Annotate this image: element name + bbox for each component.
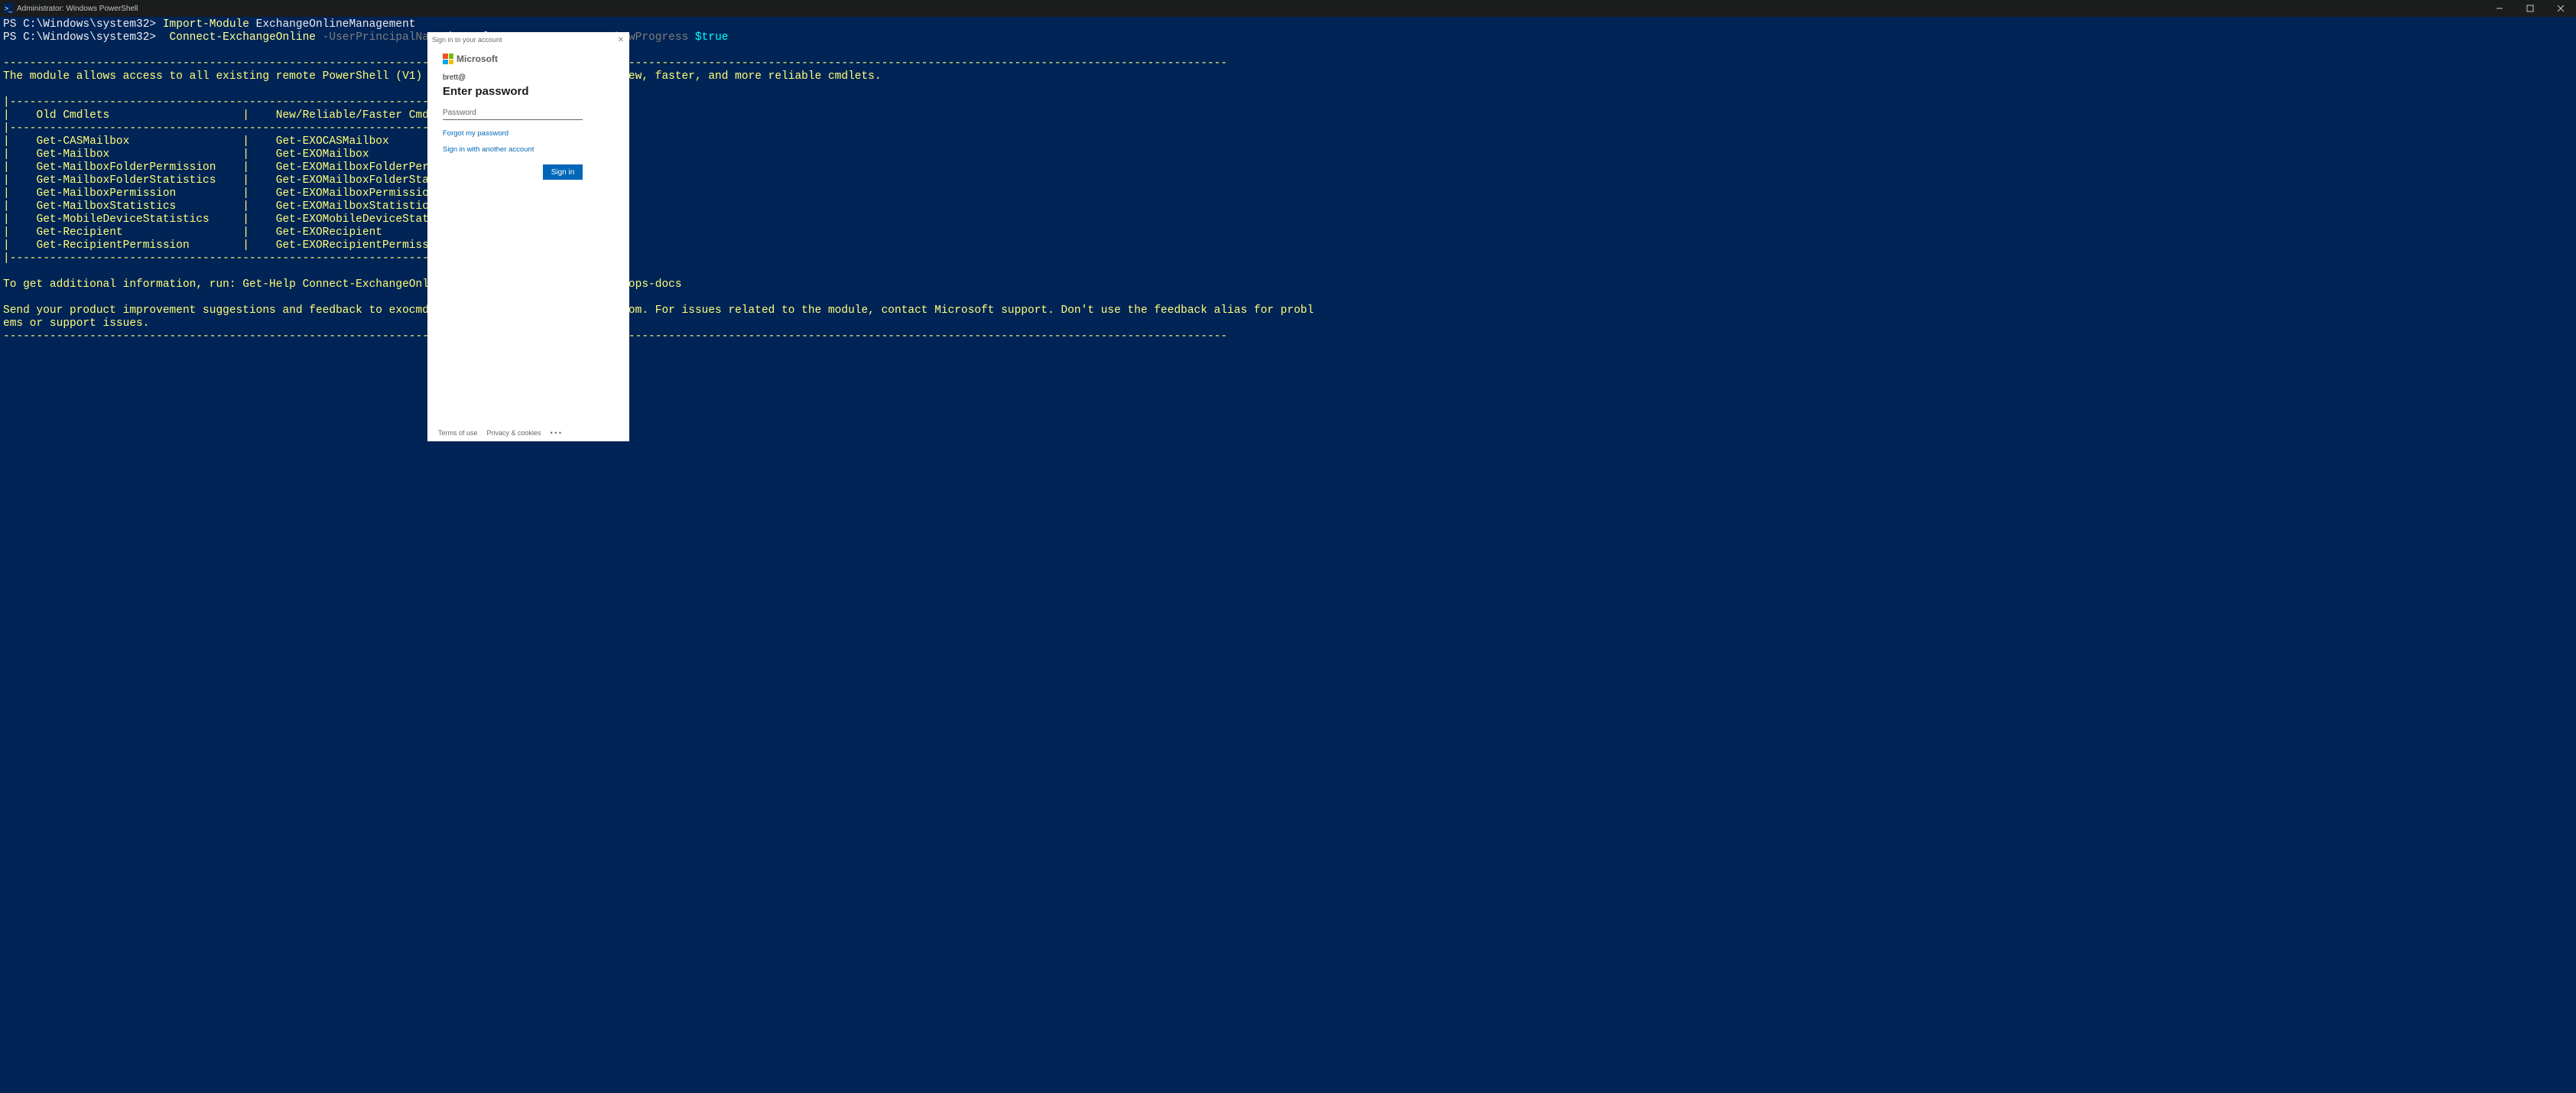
microsoft-logo-icon (443, 54, 453, 64)
dialog-header: Sign in to your account ✕ (427, 32, 629, 47)
enter-password-heading: Enter password (443, 85, 614, 98)
output-line: ems or support issues. (3, 317, 149, 330)
signin-button[interactable]: Sign in (543, 164, 583, 180)
close-button[interactable] (2545, 0, 2576, 17)
powershell-terminal[interactable]: PS C:\Windows\system32> Import-Module Ex… (0, 17, 2576, 1093)
microsoft-logo-text: Microsoft (456, 54, 498, 64)
prompt-line-1: PS C:\Windows\system32> Import-Module Ex… (3, 18, 416, 31)
forgot-password-link[interactable]: Forgot my password (443, 129, 614, 138)
window-title: Administrator: Windows PowerShell (17, 5, 138, 13)
dialog-title: Sign in to your account (432, 36, 502, 44)
minimize-button[interactable] (2484, 0, 2515, 17)
close-icon[interactable]: ✕ (616, 36, 626, 44)
password-input[interactable] (443, 106, 583, 120)
more-link[interactable]: • • • (551, 429, 561, 437)
maximize-button[interactable] (2515, 0, 2545, 17)
output-line: Send your product improvement suggestion… (3, 304, 1314, 317)
signin-dialog: Sign in to your account ✕ Microsoft bret… (427, 32, 629, 441)
another-account-link[interactable]: Sign in with another account (443, 145, 614, 154)
microsoft-logo: Microsoft (443, 54, 614, 64)
window-titlebar: >_ Administrator: Windows PowerShell (0, 0, 2576, 17)
terms-link[interactable]: Terms of use (438, 429, 478, 437)
account-email: brett@ (443, 73, 614, 82)
dialog-footer: Terms of use Privacy & cookies • • • (427, 426, 629, 441)
privacy-link[interactable]: Privacy & cookies (487, 429, 541, 437)
powershell-icon: >_ (3, 3, 14, 14)
